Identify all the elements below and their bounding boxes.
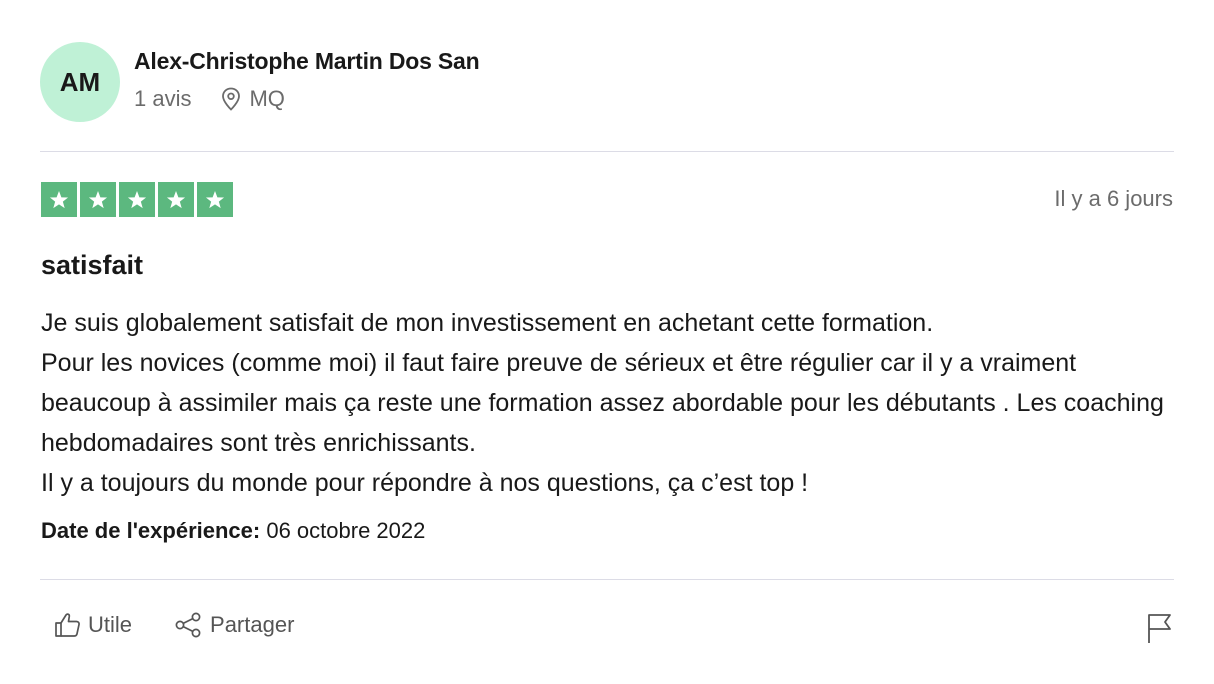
divider	[40, 151, 1174, 152]
useful-button[interactable]: Utile	[54, 612, 132, 638]
review-paragraph: Pour les novices (comme moi) il faut fai…	[41, 349, 1164, 457]
avatar[interactable]: AM	[40, 42, 120, 122]
review-date: Il y a 6 jours	[1054, 186, 1173, 211]
avatar-initials: AM	[59, 66, 101, 97]
experience-value: 06 octobre 2022	[266, 518, 426, 543]
review-title[interactable]: satisfait	[41, 250, 143, 281]
review-paragraph: Il y a toujours du monde pour répondre à…	[41, 469, 809, 497]
star-rating	[41, 182, 233, 217]
author-meta: 1 avis MQ	[134, 86, 285, 112]
author-name[interactable]: Alex-Christophe Martin Dos San	[134, 48, 480, 75]
author-country: MQ	[249, 86, 285, 111]
experience-date: Date de l'expérience: 06 octobre 2022	[41, 518, 425, 544]
star-icon	[41, 182, 77, 217]
reviews-count: 1 avis	[134, 86, 192, 111]
report-button[interactable]	[1146, 612, 1174, 649]
location-pin-icon	[221, 87, 241, 111]
experience-label: Date de l'expérience:	[41, 518, 261, 543]
flag-icon	[1148, 614, 1171, 643]
review-paragraph: Je suis globalement satisfait de mon inv…	[41, 309, 934, 337]
divider	[40, 579, 1174, 580]
review-card: AM Alex-Christophe Martin Dos San 1 avis…	[0, 0, 1214, 684]
star-icon	[158, 182, 194, 217]
share-label: Partager	[210, 612, 295, 637]
share-button[interactable]: Partager	[174, 612, 294, 638]
star-icon	[80, 182, 116, 217]
useful-label: Utile	[88, 612, 133, 637]
review-body: Je suis globalement satisfait de mon inv…	[41, 303, 1181, 503]
star-icon	[197, 182, 233, 217]
thumbs-up-icon	[55, 613, 80, 637]
star-icon	[119, 182, 155, 217]
review-actions: Utile Partager	[54, 612, 294, 638]
share-icon	[175, 612, 201, 638]
